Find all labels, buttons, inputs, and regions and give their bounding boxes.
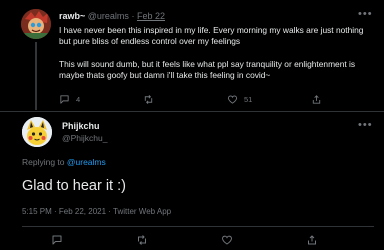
meta-divider: [22, 226, 374, 227]
reply-count: 4: [76, 95, 81, 104]
tweet-paragraph: This will sound dumb, but it feels like …: [59, 58, 356, 81]
like-button[interactable]: 51: [227, 94, 252, 105]
tweet-actions: [22, 234, 362, 248]
tweet-divider: [0, 111, 384, 112]
heart-icon: [222, 235, 232, 245]
display-name[interactable]: rawb~: [59, 11, 85, 21]
tweet-timestamp[interactable]: 5:15 PM · Feb 22, 2021 · Twitter Web App: [22, 207, 171, 216]
tweet-date-link[interactable]: Feb 22: [137, 11, 165, 21]
retweet-button[interactable]: [136, 234, 148, 246]
mention-link[interactable]: @urealms: [67, 157, 106, 167]
reply-button[interactable]: [51, 234, 63, 246]
share-icon: [312, 95, 321, 104]
user-avatar[interactable]: [21, 9, 51, 39]
tweet-text: Glad to hear it :): [22, 178, 126, 194]
separator-dot: ·: [131, 11, 135, 21]
reply-icon: [60, 95, 69, 104]
reply-icon: [52, 235, 62, 245]
tweet-actions: 4 51: [59, 94, 359, 106]
tweet-header: rawb~ @urealms · Feb 22: [59, 11, 165, 21]
user-handle[interactable]: @urealms: [88, 11, 129, 21]
share-icon: [308, 235, 316, 245]
more-horizontal-icon[interactable]: •••: [358, 8, 373, 20]
user-handle[interactable]: @Phijkchu_: [62, 133, 107, 143]
retweet-icon: [144, 95, 153, 104]
thread-connector-line: [35, 42, 37, 110]
heart-icon: [227, 95, 238, 104]
replying-to-line: Replying to @urealms: [22, 157, 106, 167]
tweet-text: I have never been this inspired in my li…: [59, 25, 377, 82]
retweet-icon: [138, 235, 146, 245]
like-button[interactable]: [221, 234, 233, 246]
tweet-paragraph: I have never been this inspired in my li…: [59, 25, 364, 47]
reply-button[interactable]: 4: [59, 94, 80, 105]
like-count: 51: [244, 95, 253, 104]
share-button[interactable]: [311, 94, 322, 105]
display-name[interactable]: Phijkchu: [62, 121, 100, 131]
retweet-button[interactable]: [143, 94, 160, 105]
share-button[interactable]: [306, 234, 318, 246]
parent-tweet[interactable]: rawb~ @urealms · Feb 22 ••• I have never…: [0, 0, 384, 110]
replying-to-label: Replying to: [22, 157, 67, 167]
user-avatar[interactable]: [22, 117, 52, 147]
more-horizontal-icon[interactable]: •••: [358, 119, 373, 131]
